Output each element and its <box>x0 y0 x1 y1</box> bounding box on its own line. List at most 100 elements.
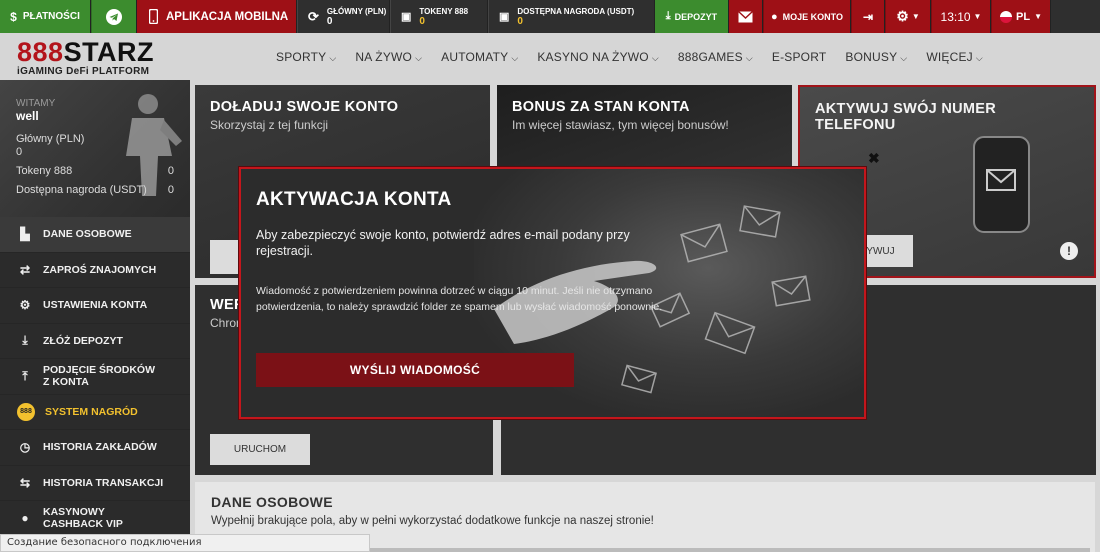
nav-item-bonuses[interactable]: BONUSY ⌵ <box>835 50 916 64</box>
nav-item-label: SPORTY <box>276 49 327 64</box>
telegram-button[interactable] <box>91 0 137 33</box>
sidebar-item-personal-data[interactable]: ▙ DANE OSOBOWE <box>0 217 190 253</box>
chevron-down-icon: ⌵ <box>745 52 753 63</box>
phone-icon <box>149 9 158 24</box>
settings-button[interactable]: ⚙ ▼ <box>885 0 931 33</box>
user-icon: ● <box>771 10 778 23</box>
chevron-down-icon: ⌵ <box>329 52 337 63</box>
arrows-icon: ⇆ <box>19 475 31 490</box>
profile-panel: WITAMY well Główny (PLN) 0 Tokeny 888 0 D… <box>0 80 190 217</box>
logo-prefix: 888 <box>17 37 64 67</box>
sidebar-item-label: HISTORIA ZAKŁADÓW <box>43 441 157 454</box>
time-display[interactable]: 13:10 ▼ <box>931 0 991 33</box>
tokens-balance[interactable]: ▣ TOKENY 888 0 <box>390 0 488 33</box>
poland-flag-icon <box>1000 10 1012 23</box>
sidebar-item-label: ZŁÓŻ DEPOZYT <box>43 334 123 347</box>
sidebar-item-label: USTAWIENIA KONTA <box>43 299 148 312</box>
clock-icon: ◷ <box>19 440 31 455</box>
button-label: URUCHOM <box>233 444 287 455</box>
main-balance-label: Główny (PLN) <box>16 133 85 145</box>
send-message-button[interactable]: WYŚLIJ WIADOMOŚĆ <box>256 353 574 387</box>
sidebar-item-label: KASYNOWY CASHBACK VIP <box>43 506 123 531</box>
nav-item-sport[interactable]: SPORTY ⌵ <box>266 50 345 64</box>
telegram-icon <box>106 8 122 25</box>
tokens-label: TOKENY 888 <box>419 6 469 16</box>
topup-button[interactable] <box>210 240 240 274</box>
nav-item-more[interactable]: WIĘCEJ ⌵ <box>916 50 992 64</box>
sidebar-item-casino-cashback[interactable]: ● KASYNOWY CASHBACK VIP <box>0 501 190 537</box>
nav-item-esport[interactable]: E-SPORT <box>762 50 836 64</box>
chevron-down-icon: ⌵ <box>511 52 519 63</box>
sidebar-item-transaction-history[interactable]: ⇆ HISTORIA TRANSAKCJI <box>0 466 190 501</box>
nav-item-label: 888GAMES <box>677 49 743 64</box>
nav-item-live-casino[interactable]: KASYNO NA ŻYWO ⌵ <box>527 50 668 64</box>
sidebar-item-label: ZAPROŚ ZNAJOMYCH <box>43 263 157 276</box>
sidebar-item-label: HISTORIA TRANSAKCJI <box>43 476 164 489</box>
sidebar-item-deposit[interactable]: ⤓ ZŁÓŻ DEPOZYT <box>0 324 190 359</box>
logout-button[interactable]: ⇥ <box>851 0 885 33</box>
sidebar-item-label: DANE OSOBOWE <box>43 228 132 241</box>
sidebar-item-label: SYSTEM NAGRÓD <box>45 405 138 418</box>
logo-tagline: iGAMING DeFi PLATFORM <box>17 66 150 77</box>
handshake-icon: ⇄ <box>19 262 31 277</box>
account-sidebar: WITAMY well Główny (PLN) 0 Tokeny 888 0 D… <box>0 80 190 552</box>
deposit-button[interactable]: ⤓ DEPOZYT <box>655 0 729 33</box>
section-title: DANE OSOBOWE <box>211 494 333 510</box>
mobile-app-label: APLIKACJA MOBILNA <box>166 10 289 23</box>
logout-icon: ⇥ <box>862 9 874 24</box>
run-verification-button[interactable]: URUCHOM <box>210 434 310 465</box>
main-nav: 888STARZ iGAMING DeFi PLATFORM SPORTY ⌵ N… <box>0 33 1100 80</box>
main-balance[interactable]: ⟳ GŁÓWNY (PLN) 0 <box>297 0 390 33</box>
chevron-down-icon: ▼ <box>1034 12 1042 21</box>
card-title: AKTYWUJ SWÓJ NUMER TELEFONU <box>815 101 997 133</box>
download-icon: ⤓ <box>22 333 28 348</box>
main-balance-label: GŁÓWNY (PLN) <box>326 6 387 16</box>
nav-item-label: NA ŻYWO <box>355 49 413 64</box>
sidebar-item-rewards-system[interactable]: 888 SYSTEM NAGRÓD <box>0 395 190 430</box>
browser-status-bar: Создание безопасного подключения <box>0 534 370 552</box>
nav-menu: SPORTY ⌵ NA ŻYWO ⌵ AUTOMATY ⌵ KASYNO NA ŻYW… <box>266 33 992 80</box>
nav-item-live[interactable]: NA ŻYWO ⌵ <box>345 50 431 64</box>
dollar-icon: $ <box>10 9 17 24</box>
nav-item-label: AUTOMATY <box>441 49 509 64</box>
tokens-label: Tokeny 888 <box>16 165 73 177</box>
payments-button[interactable]: $ PŁATNOŚCI <box>0 0 91 33</box>
mail-button[interactable] <box>729 0 763 33</box>
sidebar-item-invite-friends[interactable]: ⇄ ZAPROŚ ZNAJOMYCH <box>0 253 190 288</box>
user-icon: ▙ <box>20 227 30 242</box>
card-subtitle: Im więcej stawiasz, tym więcej bonusów! <box>512 118 729 132</box>
nav-item-label: KASYNO NA ŻYWO <box>537 49 649 64</box>
my-account-button[interactable]: ● MOJE KONTO <box>763 0 851 33</box>
player-image <box>126 94 182 196</box>
nav-item-label: WIĘCEJ <box>926 49 973 64</box>
sidebar-item-withdraw[interactable]: ⤒ PODJĘCIE ŚRODKÓW Z KONTA <box>0 359 190 395</box>
gift-icon: ▣ <box>499 11 510 23</box>
chevron-down-icon: ▼ <box>911 12 920 21</box>
deposit-label: DEPOZYT <box>674 11 718 22</box>
upload-icon: ⤒ <box>22 368 28 383</box>
sidebar-item-bet-history[interactable]: ◷ HISTORIA ZAKŁADÓW <box>0 430 190 466</box>
language-selector[interactable]: PL ▼ <box>991 0 1051 33</box>
phone-illustration <box>973 136 1030 233</box>
modal-lead-text: Aby zabezpieczyć swoje konto, potwierdź … <box>256 228 630 258</box>
mobile-app-button[interactable]: APLIKACJA MOBILNA <box>137 0 297 33</box>
modal-title: AKTYWACJA KONTA <box>256 189 452 210</box>
logo-wordmark: 888STARZ <box>17 38 157 66</box>
reward-balance[interactable]: ▣ DOSTĘPNA NAGRODA (USDT) 0 <box>488 0 655 33</box>
main-balance-value: 0 <box>326 15 333 27</box>
site-logo[interactable]: 888STARZ iGAMING DeFi PLATFORM <box>17 38 157 77</box>
close-modal-icon[interactable]: ✖ <box>868 150 880 167</box>
card-subtitle: Skorzystaj z tej funkcji <box>210 118 329 132</box>
payments-label: PŁATNOŚCI <box>22 11 80 22</box>
dot-icon: ● <box>21 511 29 526</box>
logo-suffix: STARZ <box>63 37 155 67</box>
sidebar-item-account-settings[interactable]: ⚙ USTAWIENIA KONTA <box>0 288 190 324</box>
status-text: Создание безопасного подключения <box>7 537 202 548</box>
nav-item-slots[interactable]: AUTOMATY ⌵ <box>431 50 527 64</box>
chevron-down-icon: ⌵ <box>651 52 659 63</box>
sidebar-item-label: PODJĘCIE ŚRODKÓW Z KONTA <box>43 364 156 389</box>
nav-item-888games[interactable]: 888GAMES ⌵ <box>668 50 762 64</box>
reward-value: 0 <box>517 15 523 27</box>
card-title: DOŁADUJ SWOJE KONTO <box>210 99 399 115</box>
language-value: PL <box>1016 10 1031 23</box>
